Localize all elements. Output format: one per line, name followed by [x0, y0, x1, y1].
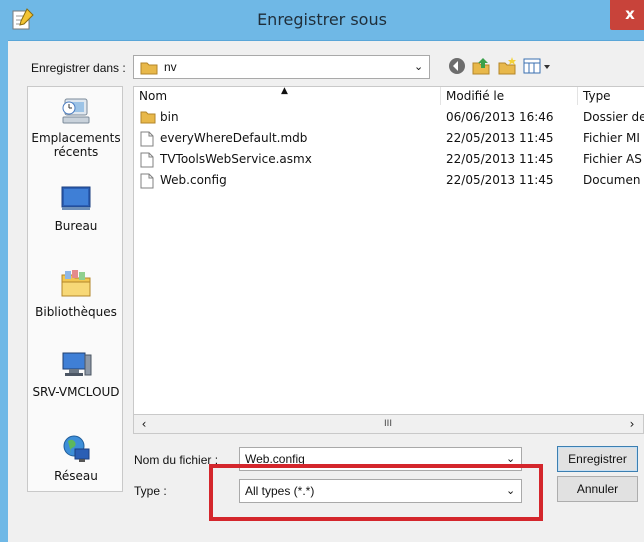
scroll-left-icon[interactable]: ‹ — [136, 416, 152, 432]
file-row-asmx[interactable]: TVToolsWebService.asmx 22/05/2013 11:45 … — [134, 150, 644, 171]
save-in-label: Enregistrer dans : — [31, 61, 126, 75]
back-icon[interactable] — [447, 56, 467, 76]
view-menu-icon[interactable] — [522, 56, 554, 76]
file-row-webconfig[interactable]: Web.config 22/05/2013 11:45 Documen — [134, 171, 644, 192]
file-icon — [140, 152, 154, 168]
column-header-name[interactable]: Nom — [139, 89, 167, 103]
folder-icon — [140, 62, 158, 75]
file-row-bin[interactable]: bin 06/06/2013 16:46 Dossier de — [134, 108, 644, 129]
new-folder-icon[interactable] — [497, 56, 517, 76]
sort-ascending-icon: ▲ — [281, 86, 288, 96]
column-header-type[interactable]: Type — [583, 89, 611, 103]
scroll-right-icon[interactable]: › — [624, 416, 640, 432]
place-label: Bibliothèques — [35, 305, 117, 319]
horizontal-scrollbar[interactable]: ‹ III › — [133, 414, 644, 434]
cancel-button[interactable]: Annuler — [557, 476, 638, 502]
file-modified: 06/06/2013 16:46 — [446, 110, 554, 124]
window-border — [0, 40, 8, 542]
window-title: Enregistrer sous — [257, 10, 387, 29]
file-type: Fichier MI — [583, 131, 640, 145]
title-bar[interactable]: Enregistrer sous x — [0, 0, 644, 41]
place-label: Bureau — [54, 219, 98, 233]
folder-icon — [140, 111, 156, 124]
file-type: Documen — [583, 173, 641, 187]
place-desktop[interactable]: Bureau — [28, 183, 124, 233]
place-label: Réseau — [54, 469, 98, 483]
column-divider[interactable] — [577, 87, 578, 105]
file-list[interactable]: Nom ▲ Modifié le Type bin 06/06/2013 16:… — [133, 86, 644, 434]
desktop-icon — [61, 186, 91, 210]
filename-label: Nom du fichier : — [134, 453, 219, 467]
libraries-icon — [61, 270, 91, 297]
file-row-mdb[interactable]: everyWhereDefault.mdb 22/05/2013 11:45 F… — [134, 129, 644, 150]
place-label: Emplacements récents — [31, 131, 121, 159]
file-type: Fichier AS — [583, 152, 642, 166]
file-modified: 22/05/2013 11:45 — [446, 152, 554, 166]
recent-places-icon — [62, 98, 90, 124]
highlight-annotation-box — [209, 464, 543, 521]
places-bar: Emplacements récents Bureau Bibliothèque… — [27, 86, 123, 492]
save-in-dropdown[interactable]: nv ⌄ — [133, 55, 430, 79]
computer-icon — [62, 352, 92, 376]
file-icon — [140, 131, 154, 147]
save-in-value: nv — [164, 60, 177, 74]
chevron-down-icon: ⌄ — [414, 60, 424, 73]
place-computer[interactable]: SRV-VMCLOUD — [28, 349, 124, 399]
file-name: Web.config — [160, 173, 227, 187]
close-button[interactable]: x — [610, 0, 644, 30]
file-icon — [140, 173, 154, 189]
save-button[interactable]: Enregistrer — [557, 446, 638, 472]
place-network[interactable]: Réseau — [28, 433, 124, 483]
column-divider[interactable] — [440, 87, 441, 105]
file-name: TVToolsWebService.asmx — [160, 152, 312, 166]
file-modified: 22/05/2013 11:45 — [446, 131, 554, 145]
filetype-label: Type : — [134, 484, 167, 498]
column-header-modified[interactable]: Modifié le — [446, 89, 504, 103]
file-type: Dossier de — [583, 110, 644, 124]
place-recent[interactable]: Emplacements récents — [28, 95, 124, 159]
file-name: everyWhereDefault.mdb — [160, 131, 308, 145]
network-icon — [63, 435, 90, 462]
save-as-dialog: Enregistrer sous x Enregistrer dans : nv… — [0, 0, 644, 542]
up-folder-icon[interactable] — [471, 56, 491, 76]
place-label: SRV-VMCLOUD — [32, 385, 120, 399]
scroll-thumb[interactable]: III — [158, 417, 618, 431]
file-modified: 22/05/2013 11:45 — [446, 173, 554, 187]
place-libraries[interactable]: Bibliothèques — [28, 267, 124, 319]
file-name: bin — [160, 110, 179, 124]
